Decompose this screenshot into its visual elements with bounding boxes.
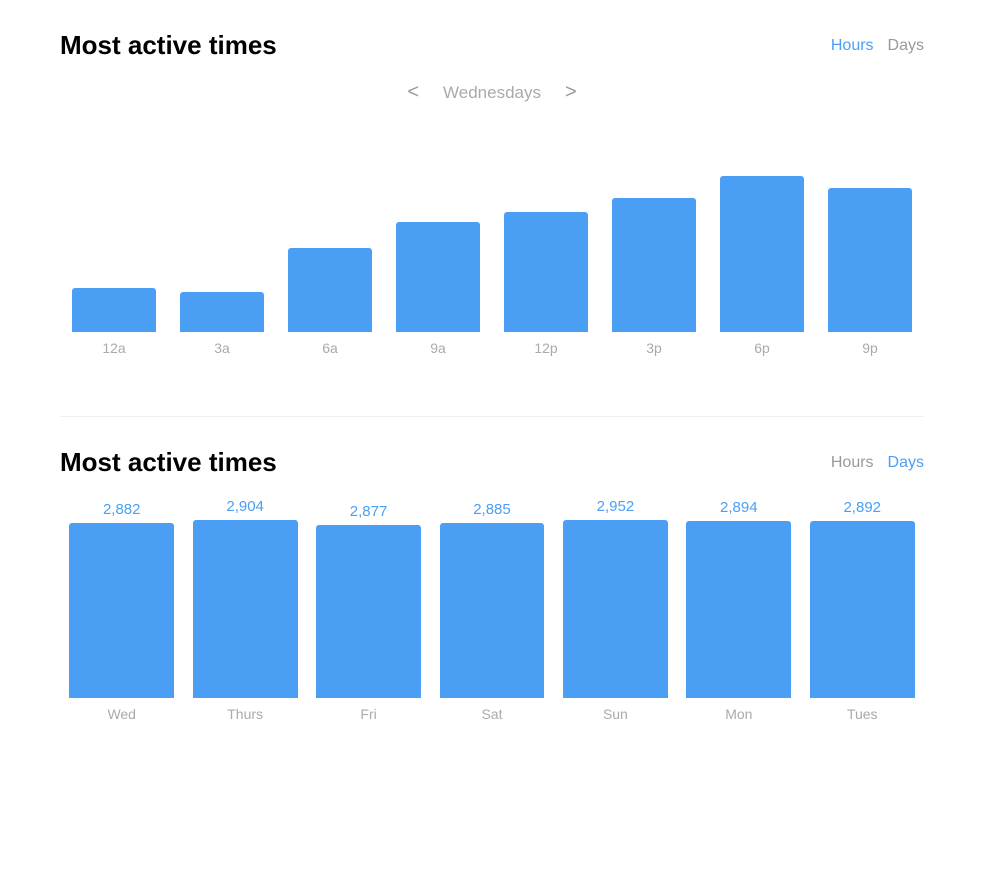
days-bar-value-Tues: 2,892	[843, 499, 881, 516]
section-hours: Most active times Hours Days < Wednesday…	[60, 30, 924, 356]
section1-days-toggle[interactable]: Days	[888, 37, 924, 55]
prev-day-button[interactable]: <	[403, 81, 423, 104]
days-bar-value-Sat: 2,885	[473, 501, 511, 518]
hours-x-labels: 12a3a6a9a12p3p6p9p	[60, 340, 924, 356]
hours-bar-9p	[828, 188, 912, 332]
section2-days-toggle[interactable]: Days	[888, 454, 924, 472]
days-bar-col-Sun: 2,952	[554, 498, 677, 698]
days-bar-col-Thurs: 2,904	[183, 498, 306, 698]
section2-title: Most active times	[60, 447, 277, 478]
day-navigator: < Wednesdays >	[60, 81, 924, 104]
hours-bar-col-9p	[816, 132, 924, 332]
days-x-label-Tues: Tues	[801, 706, 924, 722]
current-day-label: Wednesdays	[443, 83, 541, 103]
days-x-labels: WedThursFriSatSunMonTues	[60, 706, 924, 722]
days-x-label-Sat: Sat	[430, 706, 553, 722]
hours-bar-6a	[288, 248, 372, 332]
hours-x-label-12p: 12p	[492, 340, 600, 356]
days-bar-Tues	[810, 521, 915, 698]
hours-bar-col-3p	[600, 132, 708, 332]
section1-toggle-group: Hours Days	[831, 37, 924, 55]
section1-title: Most active times	[60, 30, 277, 61]
hours-bar-col-12p	[492, 132, 600, 332]
hours-chart: 12a3a6a9a12p3p6p9p	[60, 132, 924, 356]
days-bar-value-Sun: 2,952	[597, 498, 635, 515]
days-bar-value-Fri: 2,877	[350, 503, 388, 520]
days-x-label-Fri: Fri	[307, 706, 430, 722]
hours-bar-col-6a	[276, 132, 384, 332]
hours-bar-9a	[396, 222, 480, 332]
days-bar-col-Mon: 2,894	[677, 498, 800, 698]
days-bar-col-Tues: 2,892	[801, 498, 924, 698]
days-bar-col-Wed: 2,882	[60, 498, 183, 698]
hours-x-label-6a: 6a	[276, 340, 384, 356]
days-x-label-Mon: Mon	[677, 706, 800, 722]
days-bars-row: 2,882 2,904 2,877 2,885 2,952 2,894 2,892	[60, 498, 924, 698]
section2-header: Most active times Hours Days	[60, 447, 924, 478]
hours-x-label-12a: 12a	[60, 340, 168, 356]
hours-bar-6p	[720, 176, 804, 332]
section1-header: Most active times Hours Days	[60, 30, 924, 61]
hours-bar-col-9a	[384, 132, 492, 332]
days-x-label-Thurs: Thurs	[183, 706, 306, 722]
hours-x-label-9a: 9a	[384, 340, 492, 356]
days-bar-value-Wed: 2,882	[103, 501, 141, 518]
hours-x-label-3p: 3p	[600, 340, 708, 356]
days-bar-col-Sat: 2,885	[430, 498, 553, 698]
section2-hours-toggle[interactable]: Hours	[831, 454, 874, 472]
days-x-label-Wed: Wed	[60, 706, 183, 722]
hours-bar-3a	[180, 292, 264, 332]
days-bar-Thurs	[193, 520, 298, 698]
hours-bar-12a	[72, 288, 156, 332]
hours-x-label-3a: 3a	[168, 340, 276, 356]
days-bar-col-Fri: 2,877	[307, 498, 430, 698]
hours-bar-col-3a	[168, 132, 276, 332]
days-bar-Sat	[440, 523, 545, 698]
days-x-label-Sun: Sun	[554, 706, 677, 722]
hours-bar-col-6p	[708, 132, 816, 332]
days-bar-value-Mon: 2,894	[720, 499, 758, 516]
days-chart: 2,8822,9042,8772,8852,9522,8942,892 WedT…	[60, 498, 924, 722]
hours-bars-row	[60, 132, 924, 332]
days-bar-Fri	[316, 525, 421, 698]
hours-x-label-9p: 9p	[816, 340, 924, 356]
hours-bar-3p	[612, 198, 696, 332]
section2-toggle-group: Hours Days	[831, 454, 924, 472]
hours-bar-col-12a	[60, 132, 168, 332]
days-bar-Wed	[69, 523, 174, 698]
days-bar-Sun	[563, 520, 668, 698]
section-days: Most active times Hours Days 2,8822,9042…	[60, 447, 924, 722]
section1-hours-toggle[interactable]: Hours	[831, 37, 874, 55]
hours-x-label-6p: 6p	[708, 340, 816, 356]
hours-bar-12p	[504, 212, 588, 332]
section-divider	[60, 416, 924, 417]
days-bar-value-Thurs: 2,904	[226, 498, 264, 515]
next-day-button[interactable]: >	[561, 81, 581, 104]
days-bar-Mon	[686, 521, 791, 698]
